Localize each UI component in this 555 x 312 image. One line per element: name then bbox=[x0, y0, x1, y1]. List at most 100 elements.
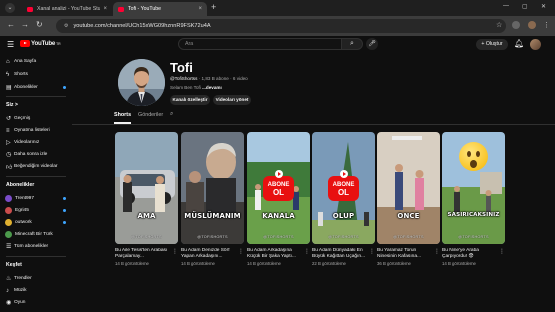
youtube-play-logo-icon bbox=[20, 40, 30, 47]
youtube-play-icon bbox=[340, 170, 348, 178]
tab-shorts[interactable]: Shorts bbox=[114, 112, 131, 118]
more-options-icon[interactable]: ⋮ bbox=[304, 248, 310, 255]
sidebar-item-gaming[interactable]: ◉ Oyun bbox=[0, 297, 72, 308]
reload-icon[interactable]: ↻ bbox=[36, 20, 43, 29]
voice-search-icon[interactable]: 🎤︎ bbox=[366, 38, 378, 50]
short-title[interactable]: Bu Aile Tesis'ten Arabası Parçalamay... bbox=[115, 248, 172, 260]
short-caption: ONCE bbox=[397, 212, 420, 220]
sidebar-divider bbox=[6, 176, 66, 177]
sidebar-sub-trent997[interactable]: Trent997 bbox=[0, 193, 72, 204]
close-window-icon[interactable]: ✕ bbox=[541, 3, 546, 10]
profile-icon[interactable] bbox=[528, 21, 536, 29]
extension-icon[interactable] bbox=[512, 21, 520, 29]
sidebar-item-liked-videos[interactable]: 👍︎ Beğendiğim videolar bbox=[0, 161, 72, 172]
url-input[interactable]: ⚙ youtube.com/channel/UCh15xWG09hznnR9FS… bbox=[56, 19, 506, 33]
short-card[interactable]: MÜSLÜMANIM @TOFISHORTS Bu Adam Denizde S… bbox=[181, 132, 244, 266]
short-watermark: @TOFISHORTS bbox=[328, 235, 359, 239]
short-views: 14 B görüntüleme bbox=[115, 261, 149, 266]
sidebar-item-home[interactable]: ⌂ Ana Sayfa bbox=[0, 56, 72, 67]
sidebar-item-label: Beğendiğim videolar bbox=[14, 164, 58, 169]
more-options-icon[interactable]: ⋮ bbox=[434, 248, 440, 255]
sidebar-sub-minecraft[interactable]: Minecraft Bir Türk bbox=[0, 229, 72, 240]
more-options-icon[interactable]: ⋮ bbox=[369, 248, 375, 255]
channel-search-icon[interactable]: ⌕ bbox=[170, 111, 173, 118]
sidebar-sub-egri45[interactable]: Egri45 bbox=[0, 205, 72, 216]
playlist-icon: ≡ bbox=[6, 127, 10, 134]
more-options-icon[interactable]: ⋮ bbox=[499, 248, 505, 255]
maximize-icon[interactable]: ▢ bbox=[522, 3, 528, 10]
browser-tab-channel[interactable]: Tofi - YouTube × bbox=[113, 2, 207, 16]
more-options-icon[interactable]: ⋮ bbox=[172, 248, 178, 255]
sidebar-item-your-videos[interactable]: ▷ Videolarınız bbox=[0, 137, 72, 148]
youtube-favicon-icon bbox=[27, 6, 33, 12]
channel-description[interactable]: Selam Ben Tofi ...devamı bbox=[170, 85, 222, 90]
short-thumbnail[interactable]: AMA @TOFISHORTS bbox=[115, 132, 178, 244]
description-text: Selam Ben Tofi bbox=[170, 85, 201, 90]
home-icon: ⌂ bbox=[6, 58, 10, 65]
customize-channel-button[interactable]: Kanalı özelleştir bbox=[170, 95, 210, 105]
channel-avatar[interactable] bbox=[118, 59, 165, 106]
browser-tab-studio[interactable]: Xanal analizi - YouTube Studio × bbox=[22, 2, 112, 16]
sidebar-item-label: Shorts bbox=[14, 72, 28, 77]
sidebar-sub-outwork[interactable]: outwork bbox=[0, 217, 72, 228]
sidebar-item-label: Oynatma listeleri bbox=[14, 128, 50, 133]
manage-videos-button[interactable]: Videoları yönet bbox=[213, 95, 251, 105]
sidebar-item-label: Abonelikler bbox=[14, 85, 38, 90]
short-thumbnail[interactable]: MÜSLÜMANIM @TOFISHORTS bbox=[181, 132, 244, 244]
new-tab-icon[interactable]: + bbox=[211, 2, 216, 12]
sidebar-you-header[interactable]: Siz > bbox=[6, 102, 18, 108]
short-thumbnail[interactable]: SASIRICAKSINIZ @TOFISHORTS bbox=[442, 132, 505, 244]
minimize-icon[interactable]: — bbox=[503, 3, 509, 9]
close-tab-icon[interactable]: × bbox=[103, 6, 107, 12]
hamburger-menu-icon[interactable]: ☰ bbox=[7, 40, 14, 49]
notifications-icon[interactable]: 🔔︎ bbox=[514, 39, 524, 48]
video-count: 6 video bbox=[232, 76, 248, 81]
forward-icon[interactable]: → bbox=[21, 20, 29, 29]
short-card[interactable]: ABONE OL OLUP @TOFISHORTS Bu Adam Dünyad… bbox=[312, 132, 375, 266]
close-tab-icon[interactable]: × bbox=[198, 6, 202, 12]
short-card[interactable]: SASIRICAKSINIZ @TOFISHORTS Bu Nine'ye Ar… bbox=[442, 132, 505, 266]
description-more-link[interactable]: ...devamı bbox=[202, 85, 222, 90]
site-info-icon[interactable]: ⚙ bbox=[64, 23, 68, 29]
short-title[interactable]: Bu Adam Dünyadaki En Büyük Kağıttan Uçağ… bbox=[312, 248, 369, 260]
sidebar-item-subscriptions[interactable]: ▤ Abonelikler bbox=[0, 82, 72, 93]
sidebar-all-subscriptions[interactable]: ☰ Tüm abonelikler bbox=[0, 241, 72, 252]
search-button[interactable]: ⌕ bbox=[341, 38, 363, 50]
short-card[interactable]: ABONE OL KANALA @TOFISHORTS Bu Adam Arka… bbox=[247, 132, 310, 266]
sidebar-item-playlists[interactable]: ≡ Oynatma listeleri bbox=[0, 125, 72, 136]
browser-tab-bar: ⌄ Xanal analizi - YouTube Studio × Tofi … bbox=[0, 0, 555, 16]
short-thumbnail[interactable]: ONCE @TOFISHORTS bbox=[377, 132, 440, 244]
short-title[interactable]: Bu Yaramaz Torun Ninesinin Kafasına... bbox=[377, 248, 434, 260]
youtube-logo[interactable]: YouTube TR bbox=[20, 40, 61, 47]
watch-later-icon: ◷ bbox=[6, 152, 12, 158]
youtube-play-icon bbox=[275, 170, 283, 178]
tab-search-icon[interactable]: ⌄ bbox=[5, 3, 15, 13]
short-title[interactable]: Bu Nine'ye Araba Çarpıyordu! 😨 bbox=[442, 248, 499, 260]
short-views: 14 B görüntüleme bbox=[247, 261, 281, 266]
short-caption: SASIRICAKSINIZ bbox=[447, 212, 500, 218]
bookmark-icon[interactable]: ☆ bbox=[496, 21, 502, 29]
sidebar-item-watch-later[interactable]: ◷ Daha sonra izle bbox=[0, 149, 72, 160]
short-title[interactable]: Bu Adam Arkadaşına Küçük Bir Şaka Yaptı.… bbox=[247, 248, 304, 260]
short-title[interactable]: Bu Adam Denizde Sörf Yapan Arkadaşını... bbox=[181, 248, 238, 260]
short-thumbnail[interactable]: ABONE OL KANALA @TOFISHORTS bbox=[247, 132, 310, 244]
sidebar-item-shorts[interactable]: ϟ Shorts bbox=[0, 69, 72, 80]
sidebar-item-history[interactable]: ↺ Geçmiş bbox=[0, 113, 72, 124]
short-card[interactable]: ONCE @TOFISHORTS Bu Yaramaz Torun Ninesi… bbox=[377, 132, 440, 266]
sidebar: ⌂ Ana Sayfa ϟ Shorts ▤ Abonelikler Siz >… bbox=[0, 53, 72, 312]
sidebar-item-trending[interactable]: ♨ Trendler bbox=[0, 273, 72, 284]
short-card[interactable]: AMA @TOFISHORTS Bu Aile Tesis'ten Arabas… bbox=[115, 132, 178, 266]
more-options-icon[interactable]: ⋮ bbox=[238, 248, 244, 255]
back-icon[interactable]: ← bbox=[7, 20, 15, 29]
browser-menu-icon[interactable]: ⋮ bbox=[543, 21, 550, 29]
history-icon: ↺ bbox=[6, 116, 12, 122]
create-button[interactable]: + Oluştur bbox=[476, 39, 508, 50]
sidebar-explore-header: Keşfet bbox=[6, 262, 22, 268]
sidebar-item-music[interactable]: ♪ Müzik bbox=[0, 285, 72, 296]
youtube-header: ☰ YouTube TR Ara ⌕ 🎤︎ + Oluştur 🔔︎ bbox=[0, 36, 555, 53]
tab-posts[interactable]: Gönderiler bbox=[138, 112, 163, 118]
search-input[interactable]: Ara bbox=[178, 38, 342, 50]
account-avatar[interactable] bbox=[530, 39, 541, 50]
short-thumbnail[interactable]: ABONE OL OLUP @TOFISHORTS bbox=[312, 132, 375, 244]
short-caption: AMA bbox=[137, 212, 156, 220]
